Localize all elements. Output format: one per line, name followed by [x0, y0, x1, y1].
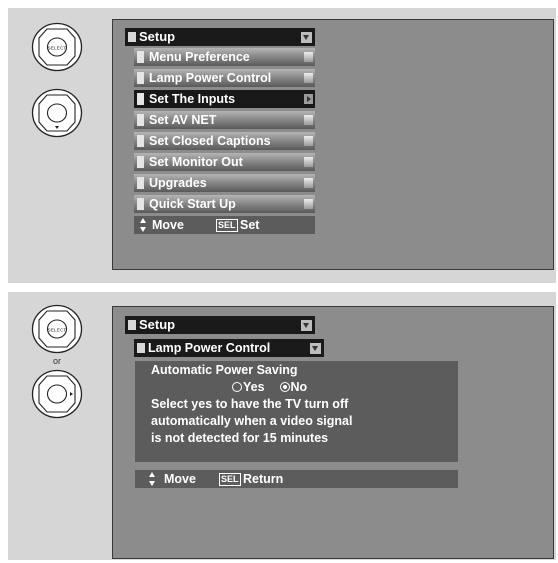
hint-bar-top: Move SEL Set: [134, 216, 315, 234]
menu-item-label: Lamp Power Control: [149, 71, 272, 85]
up-down-arrow-icon: [149, 471, 157, 487]
item-tab-icon: [137, 177, 144, 189]
description-line: automatically when a video signal: [151, 414, 353, 428]
hint-bar-bottom: Move SEL Return: [135, 470, 458, 488]
item-end-icon: [304, 52, 313, 62]
item-end-icon: [304, 115, 313, 125]
menu-title-setup[interactable]: Setup: [125, 316, 315, 334]
setting-name: Automatic Power Saving: [151, 363, 298, 377]
submenu-title-label: Lamp Power Control: [148, 341, 271, 355]
item-tab-icon: [137, 72, 144, 84]
hint-move-label: Move: [152, 218, 184, 232]
menu-item-label: Set Closed Captions: [149, 134, 271, 148]
item-end-icon: [304, 136, 313, 146]
menu-tab-icon: [128, 32, 136, 42]
up-down-arrow-icon: [140, 217, 148, 233]
hint-action-label: Set: [240, 218, 260, 232]
item-tab-icon: [137, 198, 144, 210]
menu-item-set-the-inputs[interactable]: Set The Inputs: [134, 90, 315, 108]
option-row: Yes No: [232, 380, 307, 394]
menu-title-setup[interactable]: Setup: [125, 28, 315, 46]
sel-key-icon: SEL: [219, 473, 241, 486]
menu-item-quick-start-up[interactable]: Quick Start Up: [134, 195, 315, 213]
menu-item-label: Set AV NET: [149, 113, 217, 127]
menu-item-label: Upgrades: [149, 176, 207, 190]
hint-action-label: Return: [243, 472, 284, 486]
radio-yes-icon[interactable]: [232, 381, 242, 392]
item-end-icon: [304, 73, 313, 83]
menu-item-upgrades[interactable]: Upgrades: [134, 174, 315, 192]
select-button-icon[interactable]: SELECT: [31, 304, 83, 354]
chevron-down-icon: [301, 32, 312, 43]
menu-item-set-monitor-out[interactable]: Set Monitor Out: [134, 153, 315, 171]
select-label: SELECT: [48, 46, 67, 51]
select-button-icon[interactable]: SELECT: [31, 22, 83, 72]
item-tab-icon: [137, 51, 144, 63]
submenu-title-lamp-power-control[interactable]: Lamp Power Control: [134, 339, 324, 357]
item-end-icon: [304, 199, 313, 209]
or-label: or: [52, 356, 61, 366]
menu-title-label: Setup: [139, 317, 176, 332]
setting-info-box: Automatic Power Saving Yes No Select yes…: [135, 361, 458, 462]
item-tab-icon: [137, 114, 144, 126]
description-line: Select yes to have the TV turn off: [151, 397, 349, 411]
dpad-right-icon[interactable]: [31, 369, 83, 419]
item-tab-icon: [137, 156, 144, 168]
item-tab-icon: [137, 135, 144, 147]
radio-no-icon[interactable]: [279, 381, 290, 392]
dpad-down-icon[interactable]: [31, 88, 83, 138]
menu-item-label: Set Monitor Out: [149, 155, 243, 169]
menu-title-label: Setup: [139, 29, 176, 44]
option-no-label[interactable]: No: [291, 380, 308, 394]
item-end-icon: [304, 157, 313, 167]
item-tab-icon: [137, 93, 144, 105]
menu-tab-icon: [128, 320, 136, 330]
menu-item-menu-preference[interactable]: Menu Preference: [134, 48, 315, 66]
menu-item-lamp-power-control[interactable]: Lamp Power Control: [134, 69, 315, 87]
option-yes-label[interactable]: Yes: [243, 380, 265, 394]
menu-item-set-av-net[interactable]: Set AV NET: [134, 111, 315, 129]
menu-item-label: Quick Start Up: [149, 197, 236, 211]
chevron-down-icon: [301, 320, 312, 331]
menu-item-set-closed-captions[interactable]: Set Closed Captions: [134, 132, 315, 150]
select-label: SELECT: [48, 328, 67, 333]
hint-move-label: Move: [164, 472, 196, 486]
chevron-down-icon: [310, 343, 321, 354]
menu-item-label: Menu Preference: [149, 50, 250, 64]
sel-key-icon: SEL: [216, 219, 238, 232]
chevron-right-icon: [304, 94, 313, 104]
item-end-icon: [304, 178, 313, 188]
menu-tab-icon: [137, 343, 145, 353]
description-line: is not detected for 15 minutes: [151, 431, 329, 445]
menu-item-label: Set The Inputs: [149, 92, 236, 106]
